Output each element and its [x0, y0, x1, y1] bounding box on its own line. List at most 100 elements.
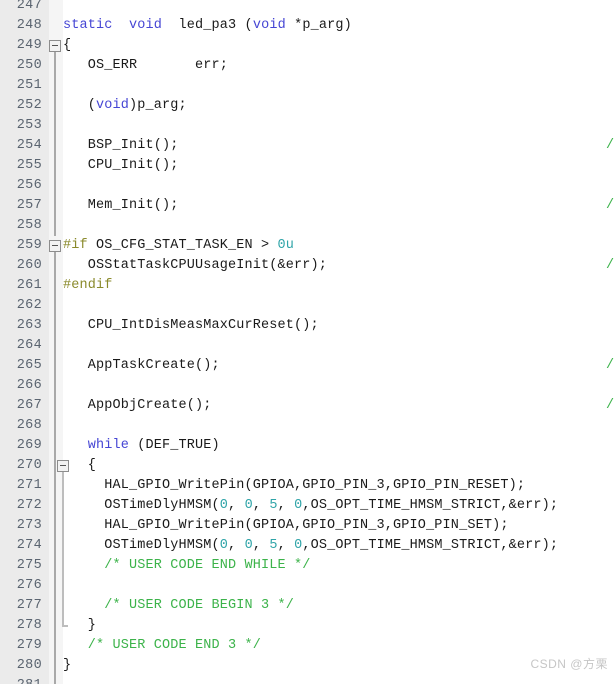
token-plain: OSTimeDlyHMSM( — [63, 538, 220, 553]
code-line[interactable]: 262 — [0, 296, 616, 316]
code-line-text[interactable]: OSTimeDlyHMSM(0, 0, 5, 0,OS_OPT_TIME_HMS… — [63, 536, 558, 556]
code-line-text[interactable]: while (DEF_TRUE) — [63, 436, 220, 456]
code-line[interactable]: 265 AppTaskCreate(); / — [0, 356, 616, 376]
code-line[interactable]: 278 } — [0, 616, 616, 636]
code-line[interactable]: 279 /* USER CODE END 3 */ — [0, 636, 616, 656]
code-line[interactable]: 271 HAL_GPIO_WritePin(GPIOA,GPIO_PIN_3,G… — [0, 476, 616, 496]
code-line-text[interactable]: CPU_Init(); — [63, 156, 179, 176]
token-plain: ( — [63, 98, 97, 113]
line-number: 269 — [16, 438, 42, 453]
code-line-text[interactable]: /* USER CODE END 3 */ — [63, 636, 261, 656]
code-line-text[interactable]: BSP_Init(); — [63, 136, 179, 156]
code-line[interactable]: 253 — [0, 116, 616, 136]
token-plain: , — [228, 538, 245, 553]
code-line[interactable]: 270 { — [0, 456, 616, 476]
fold-guide-line — [54, 136, 56, 156]
code-line-text[interactable]: /* USER CODE BEGIN 3 */ — [63, 596, 294, 616]
token-num: 0 — [219, 538, 229, 553]
code-line[interactable]: 268 — [0, 416, 616, 436]
code-line-text[interactable]: } — [63, 616, 96, 636]
code-line-text[interactable]: } — [63, 656, 71, 676]
code-line-text[interactable]: static void led_pa3 (void *p_arg) — [63, 16, 352, 36]
code-line[interactable]: 259 #if OS_CFG_STAT_TASK_EN > 0u — [0, 236, 616, 256]
token-plain: AppTaskCreate(); — [63, 358, 220, 373]
fold-guide-line — [54, 456, 56, 476]
truncated-comment-marker: / — [606, 198, 615, 213]
code-line-text[interactable]: OS_ERR err; — [63, 56, 228, 76]
token-pp: #endif — [63, 278, 113, 293]
token-plain: { — [63, 38, 72, 53]
code-line[interactable]: 257 Mem_Init(); / — [0, 196, 616, 216]
token-num: 0 — [244, 538, 253, 553]
code-line[interactable]: 281 — [0, 676, 616, 684]
token-plain: , — [277, 498, 295, 513]
token-plain: OS_CFG_STAT_TASK_EN > — [87, 238, 278, 253]
code-line[interactable]: 255 CPU_Init(); — [0, 156, 616, 176]
line-number: 277 — [16, 598, 42, 613]
code-line-text[interactable]: CPU_IntDisMeasMaxCurReset(); — [63, 316, 319, 336]
code-line[interactable]: 256 — [0, 176, 616, 196]
line-number: 264 — [16, 338, 42, 353]
token-num: 5 — [269, 538, 278, 553]
token-kw: while — [87, 438, 130, 453]
code-line[interactable]: 267 AppObjCreate(); / — [0, 396, 616, 416]
token-plain: , — [252, 538, 270, 553]
line-number: 249 — [16, 38, 42, 53]
code-line-text[interactable]: { — [63, 36, 71, 56]
line-number: 261 — [16, 278, 42, 293]
code-line[interactable]: 258 — [0, 216, 616, 236]
line-number: 266 — [16, 378, 42, 393]
code-line-text[interactable]: OSStatTaskCPUUsageInit(&err); — [63, 256, 327, 276]
code-line[interactable]: 266 — [0, 376, 616, 396]
code-line-text[interactable]: (void)p_arg; — [63, 96, 187, 116]
code-line[interactable]: 247 — [0, 0, 616, 16]
fold-guide-line — [54, 256, 56, 276]
code-line[interactable]: 263 CPU_IntDisMeasMaxCurReset(); — [0, 316, 616, 336]
code-line[interactable]: 274 OSTimeDlyHMSM(0, 0, 5, 0,OS_OPT_TIME… — [0, 536, 616, 556]
code-line[interactable]: 276 — [0, 576, 616, 596]
code-line[interactable]: 273 HAL_GPIO_WritePin(GPIOA,GPIO_PIN_3,G… — [0, 516, 616, 536]
code-line[interactable]: 248 static void led_pa3 (void *p_arg) — [0, 16, 616, 36]
fold-collapse-icon[interactable] — [49, 40, 61, 52]
token-cmt: /* USER CODE BEGIN 3 */ — [63, 598, 295, 613]
code-line[interactable]: 272 OSTimeDlyHMSM(0, 0, 5, 0,OS_OPT_TIME… — [0, 496, 616, 516]
code-line-text[interactable]: /* USER CODE END WHILE */ — [63, 556, 311, 576]
token-num: 0u — [277, 238, 295, 253]
line-number: 258 — [16, 218, 42, 233]
code-line-text[interactable]: Mem_Init(); — [63, 196, 179, 216]
code-line[interactable]: 250 OS_ERR err; — [0, 56, 616, 76]
code-line[interactable]: 249 { — [0, 36, 616, 56]
code-line[interactable]: 275 /* USER CODE END WHILE */ — [0, 556, 616, 576]
code-line-text[interactable]: OSTimeDlyHMSM(0, 0, 5, 0,OS_OPT_TIME_HMS… — [63, 496, 558, 516]
code-line-text[interactable]: HAL_GPIO_WritePin(GPIOA,GPIO_PIN_3,GPIO_… — [63, 516, 509, 536]
code-line[interactable]: 280} — [0, 656, 616, 676]
code-line-text[interactable]: #endif — [63, 276, 113, 296]
code-line-text[interactable]: HAL_GPIO_WritePin(GPIOA,GPIO_PIN_3,GPIO_… — [63, 476, 525, 496]
code-editor-view[interactable]: 247 248 static void led_pa3 (void *p_arg) 2… — [0, 0, 616, 684]
code-line[interactable]: 252 (void)p_arg; — [0, 96, 616, 116]
code-line-text[interactable]: { — [63, 456, 96, 476]
code-line-text[interactable]: AppObjCreate(); — [63, 396, 212, 416]
fold-guide-line — [54, 156, 56, 176]
token-plain: OSStatTaskCPUUsageInit(&err); — [63, 258, 328, 273]
fold-collapse-icon[interactable] — [49, 240, 61, 252]
fold-guide-line — [54, 296, 56, 316]
code-line[interactable]: 251 — [0, 76, 616, 96]
line-number: 272 — [16, 498, 42, 513]
fold-guide-line — [54, 436, 56, 456]
code-line[interactable]: 260 OSStatTaskCPUUsageInit(&err); / — [0, 256, 616, 276]
line-number: 256 — [16, 178, 42, 193]
token-plain: { — [63, 458, 97, 473]
line-number: 247 — [16, 0, 42, 13]
code-line-text[interactable]: AppTaskCreate(); — [63, 356, 220, 376]
code-line[interactable]: 269 while (DEF_TRUE) — [0, 436, 616, 456]
fold-guide-line — [54, 536, 56, 556]
token-plain: CPU_IntDisMeasMaxCurReset(); — [63, 318, 319, 333]
code-line-text[interactable]: #if OS_CFG_STAT_TASK_EN > 0u — [63, 236, 294, 256]
token-plain: )p_arg; — [129, 98, 187, 113]
code-line[interactable]: 277 /* USER CODE BEGIN 3 */ — [0, 596, 616, 616]
code-line[interactable]: 261 #endif — [0, 276, 616, 296]
code-line[interactable]: 264 — [0, 336, 616, 356]
code-line[interactable]: 254 BSP_Init(); / — [0, 136, 616, 156]
